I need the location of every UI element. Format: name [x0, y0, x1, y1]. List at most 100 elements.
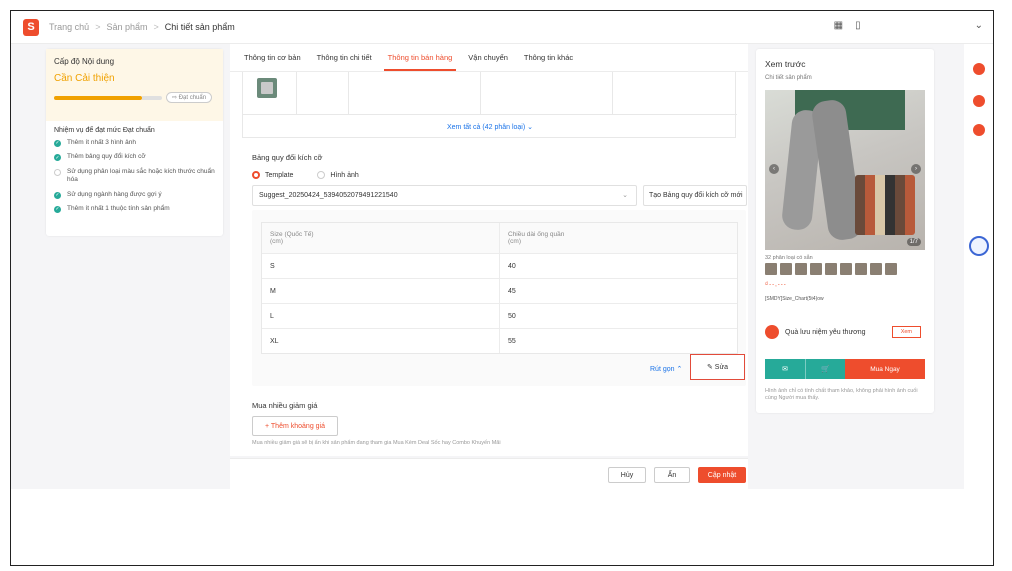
tab-shipping[interactable]: Vận chuyển [460, 53, 516, 71]
variant-thumbnail [765, 263, 777, 275]
chevron-left-icon[interactable]: ‹ [769, 164, 779, 174]
radio-template[interactable] [252, 171, 260, 179]
notification-icon[interactable] [973, 63, 985, 75]
task-label: Thêm ít nhất 1 thuộc tính sản phẩm [67, 205, 170, 213]
tab-detail-info[interactable]: Thông tin chi tiết [309, 53, 380, 71]
right-rail [964, 44, 993, 489]
grid-icon[interactable]: ▦ [834, 20, 843, 31]
edit-size-chart-button[interactable]: ✎ Sửa [690, 354, 745, 380]
size-chart-mode: Template Hình ảnh [252, 171, 359, 179]
variant-thumbnail [780, 263, 792, 275]
task-item: ✓ Thêm bảng quy đổi kích cỡ [54, 153, 215, 162]
preview-product-image: ‹ › 1/7 [765, 90, 925, 250]
column-unit: (cm) [508, 238, 521, 245]
length-cell: 45 [508, 287, 516, 295]
tab-bar: Thông tin cơ bản Thông tin chi tiết Thôn… [230, 44, 748, 72]
radio-image-label: Hình ảnh [330, 171, 359, 179]
book-icon[interactable]: ▯ [855, 20, 861, 31]
chat-icon[interactable]: ✉ [765, 359, 805, 379]
buy-now-button[interactable]: Mua Ngay [845, 359, 925, 379]
radio-image[interactable] [317, 171, 326, 179]
table-row: XL 55 [262, 328, 737, 353]
create-size-chart-button[interactable]: Tạo Bảng quy đổi kích cỡ mới [643, 185, 747, 206]
gift-label: Quà lưu niệm yêu thương [785, 328, 866, 336]
preview-title: Xem trước [765, 59, 806, 69]
variant-table: Xem tất cả (42 phân loại) ⌄ [242, 72, 737, 138]
size-chart-title: Bảng quy đổi kích cỡ [252, 153, 323, 162]
breadcrumb-separator: > [95, 22, 101, 32]
cancel-button[interactable]: Hủy [608, 467, 646, 483]
size-cell: M [262, 279, 500, 303]
assistant-bot-icon[interactable] [969, 236, 989, 256]
task-item: Sử dụng phân loại màu sắc hoặc kích thướ… [54, 168, 215, 185]
size-cell: XL [262, 329, 500, 353]
table-row: M 45 [262, 278, 737, 303]
breadcrumb-home[interactable]: Trang chủ [49, 22, 89, 32]
length-cell: 40 [508, 262, 516, 270]
variant-thumbnail[interactable] [257, 78, 277, 98]
top-bar: S Trang chủ > Sản phẩm > Chi tiết sản ph… [11, 11, 993, 44]
gift-icon [765, 325, 779, 339]
variant-cell [349, 72, 481, 114]
cart-icon[interactable]: 🛒 [805, 359, 845, 379]
size-cell: L [262, 304, 500, 328]
breadcrumb-products[interactable]: Sản phẩm [106, 22, 147, 32]
check-icon: ✓ [54, 206, 61, 214]
length-cell: 50 [508, 312, 516, 320]
variant-thumbnail [885, 263, 897, 275]
breadcrumb: Trang chủ > Sản phẩm > Chi tiết sản phẩm [49, 22, 235, 32]
size-cell: S [262, 254, 500, 278]
task-list-title: Nhiệm vụ để đạt mức Đạt chuẩn [54, 127, 155, 134]
collapse-link[interactable]: Rút gọn ⌃ [650, 365, 682, 373]
image-counter: 1/7 [906, 238, 921, 246]
tab-other-info[interactable]: Thông tin khác [516, 53, 581, 71]
content-level-card: Cấp độ Nội dung Cần Cải thiện ⇨ Đạt chuẩ… [46, 49, 223, 236]
task-item: ✓ Thêm ít nhất 3 hình ảnh [54, 139, 215, 147]
chevron-down-icon[interactable]: ⌄ [975, 20, 983, 31]
size-chart-select[interactable]: Suggest_20250424_5394052079491221540 ⌄ [252, 185, 637, 206]
screenshot-frame: S Trang chủ > Sản phẩm > Chi tiết sản ph… [10, 10, 994, 566]
tab-sales-info[interactable]: Thông tin bán hàng [380, 53, 461, 71]
target-badge: ⇨ Đạt chuẩn [166, 92, 213, 103]
see-all-variants-link[interactable]: Xem tất cả (42 phân loại) ⌄ [243, 114, 737, 138]
check-icon: ✓ [54, 191, 61, 199]
preview-buy-bar: ✉ 🛒 Mua Ngay [765, 359, 925, 379]
add-price-range-button[interactable]: + Thêm khoảng giá [252, 416, 338, 436]
column-header: Chiều dài ống quần [508, 231, 565, 238]
preview-size-chart-label: [SMDY]Size_Chart(5t4)ow [765, 296, 824, 302]
shopee-logo[interactable]: S [23, 18, 39, 36]
gift-view-button[interactable]: Xem [891, 326, 921, 338]
preview-variant-thumbnails [765, 263, 897, 275]
size-chart-box: Size (Quốc Tế) (cm) Chiều dài ống quần (cm… [252, 210, 746, 386]
tab-basic-info[interactable]: Thông tin cơ bản [236, 53, 309, 71]
task-label: Sử dụng phân loại màu sắc hoặc kích thướ… [67, 167, 215, 184]
preview-panel: Xem trước Chi tiết sản phẩm ‹ › 1/7 32 p… [756, 49, 934, 413]
variant-thumbnail [870, 263, 882, 275]
table-row: S 40 [262, 253, 737, 278]
empty-circle-icon [54, 168, 61, 176]
chevron-right-icon[interactable]: › [911, 164, 921, 174]
message-icon[interactable] [973, 124, 985, 136]
check-icon: ✓ [54, 154, 61, 162]
variant-thumbnail [855, 263, 867, 275]
chat-bubble-icon[interactable] [973, 95, 985, 107]
table-header: Size (Quốc Tế) (cm) Chiều dài ống quần (cm… [262, 223, 737, 253]
progress-fill [54, 95, 142, 100]
column-header: Size (Quốc Tế) [270, 231, 314, 238]
preview-price: ₫--,--- [765, 282, 787, 288]
variant-cell [297, 72, 349, 114]
check-icon: ✓ [54, 140, 61, 147]
hide-button[interactable]: Ẩn [654, 467, 690, 483]
column-unit: (cm) [270, 238, 283, 245]
bulk-discount-note: Mua nhiều giảm giá sẽ bị ẩn khi sản phẩm… [252, 440, 501, 446]
preview-variant-count: 32 phân loại có sẵn [765, 255, 813, 261]
preview-subtitle: Chi tiết sản phẩm [765, 75, 812, 81]
task-item: ✓ Thêm ít nhất 1 thuộc tính sản phẩm [54, 205, 215, 214]
update-button[interactable]: Cập nhật [698, 467, 746, 483]
task-list: Nhiệm vụ để đạt mức Đạt chuẩn ✓ Thêm ít n… [46, 121, 223, 226]
task-label: Sử dụng ngành hàng được gợi ý [67, 190, 162, 198]
variant-cell [613, 72, 737, 114]
main-panel: Thông tin cơ bản Thông tin chi tiết Thôn… [230, 44, 748, 456]
breadcrumb-current: Chi tiết sản phẩm [164, 22, 235, 32]
variant-thumbnail [795, 263, 807, 275]
